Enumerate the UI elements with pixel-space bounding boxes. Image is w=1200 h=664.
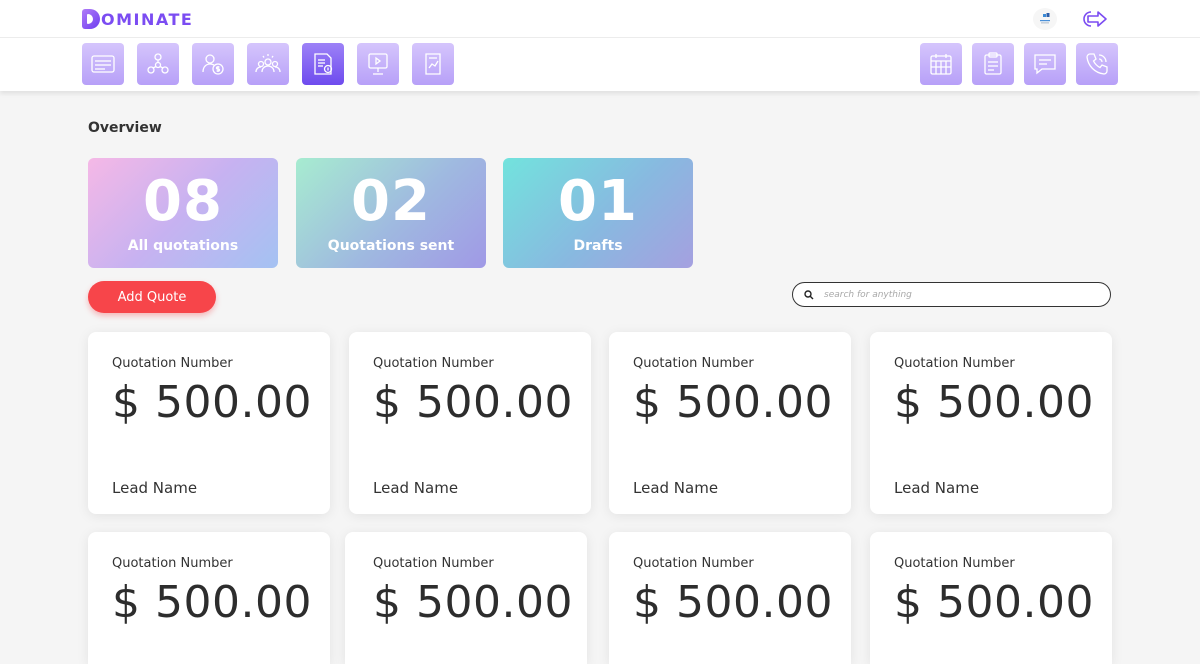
logout-button[interactable] [1079, 8, 1109, 30]
network-nodes-icon [147, 53, 169, 74]
lead-name: Lead Name [894, 479, 980, 497]
nav-user-money-button[interactable] [192, 43, 234, 85]
quotation-card[interactable]: Quotation Number $ 500.00 Lead Name [870, 332, 1112, 514]
nav-messages-button[interactable] [1024, 43, 1066, 85]
nav-clipboard-button[interactable] [972, 43, 1014, 85]
report-chart-icon [425, 53, 441, 75]
search-input[interactable] [824, 289, 1094, 300]
nav-team-button[interactable] [247, 43, 289, 85]
logo-text: OMINATE [101, 9, 194, 29]
quotation-amount: $ 500.00 [112, 577, 312, 628]
nav-calendar-button[interactable] [920, 43, 962, 85]
quotation-card[interactable]: Quotation Number $ 500.00 Lead Name [609, 332, 851, 514]
quotation-card[interactable]: Quotation Number $ 500.00 [609, 532, 851, 664]
nav-presentation-button[interactable] [357, 43, 399, 85]
quotation-amount: $ 500.00 [633, 577, 833, 628]
stat-value: 08 [143, 169, 223, 234]
dashboard-list-icon [91, 55, 115, 73]
quotation-amount: $ 500.00 [894, 377, 1094, 428]
logo-d-mark [82, 9, 100, 29]
lead-name: Lead Name [373, 479, 459, 497]
quotation-number-label: Quotation Number [112, 356, 233, 371]
quotation-card[interactable]: Quotation Number $ 500.00 [870, 532, 1112, 664]
quotation-card[interactable]: Quotation Number $ 500.00 Lead Name [349, 332, 591, 514]
quotation-amount: $ 500.00 [373, 377, 573, 428]
calendar-icon [930, 54, 952, 75]
logout-arrow-icon [1083, 11, 1107, 27]
module-nav-bar [0, 38, 1200, 91]
stat-value: 01 [558, 169, 638, 234]
company-logo-icon [1033, 8, 1057, 30]
clipboard-icon [984, 52, 1002, 75]
quotation-card[interactable]: Quotation Number $ 500.00 [345, 532, 587, 664]
lead-name: Lead Name [112, 479, 198, 497]
add-quote-button[interactable]: Add Quote [88, 281, 216, 313]
stat-label: All quotations [127, 238, 239, 254]
quotation-amount: $ 500.00 [112, 377, 312, 428]
search-icon [804, 289, 814, 299]
quotation-card[interactable]: Quotation Number $ 500.00 Lead Name [88, 332, 330, 514]
quotation-number-label: Quotation Number [894, 356, 1015, 371]
stat-card-drafts[interactable]: 01 Drafts [503, 158, 693, 268]
quotation-number-label: Quotation Number [894, 556, 1015, 571]
quotation-number-label: Quotation Number [112, 556, 233, 571]
quotation-document-icon [314, 53, 333, 75]
team-group-icon [255, 54, 281, 73]
quotation-number-label: Quotation Number [633, 356, 754, 371]
stat-card-all-quotations[interactable]: 08 All quotations [88, 158, 278, 268]
nav-dashboard-button[interactable] [82, 43, 124, 85]
quotation-card[interactable]: Quotation Number $ 500.00 [88, 532, 330, 664]
quotation-number-label: Quotation Number [373, 556, 494, 571]
top-bar: OMINATE [0, 0, 1200, 38]
quotation-number-label: Quotation Number [633, 556, 754, 571]
nav-reports-button[interactable] [412, 43, 454, 85]
search-bar [792, 282, 1111, 307]
lead-name: Lead Name [633, 479, 719, 497]
quotation-number-label: Quotation Number [373, 356, 494, 371]
stat-label: Quotations sent [327, 238, 455, 254]
quotation-amount: $ 500.00 [373, 577, 573, 628]
phone-call-icon [1086, 53, 1108, 75]
stat-value: 02 [351, 169, 431, 234]
quotation-amount: $ 500.00 [633, 377, 833, 428]
stat-label: Drafts [573, 238, 623, 254]
page-title: Overview [88, 120, 162, 136]
nav-calls-button[interactable] [1076, 43, 1118, 85]
stat-card-quotations-sent[interactable]: 02 Quotations sent [296, 158, 486, 268]
app-logo[interactable]: OMINATE [82, 8, 193, 30]
user-money-icon [202, 54, 224, 75]
quotation-amount: $ 500.00 [894, 577, 1094, 628]
nav-quotations-button[interactable] [302, 43, 344, 85]
presentation-board-icon [368, 53, 388, 75]
nav-network-button[interactable] [137, 43, 179, 85]
chat-message-icon [1034, 54, 1056, 75]
